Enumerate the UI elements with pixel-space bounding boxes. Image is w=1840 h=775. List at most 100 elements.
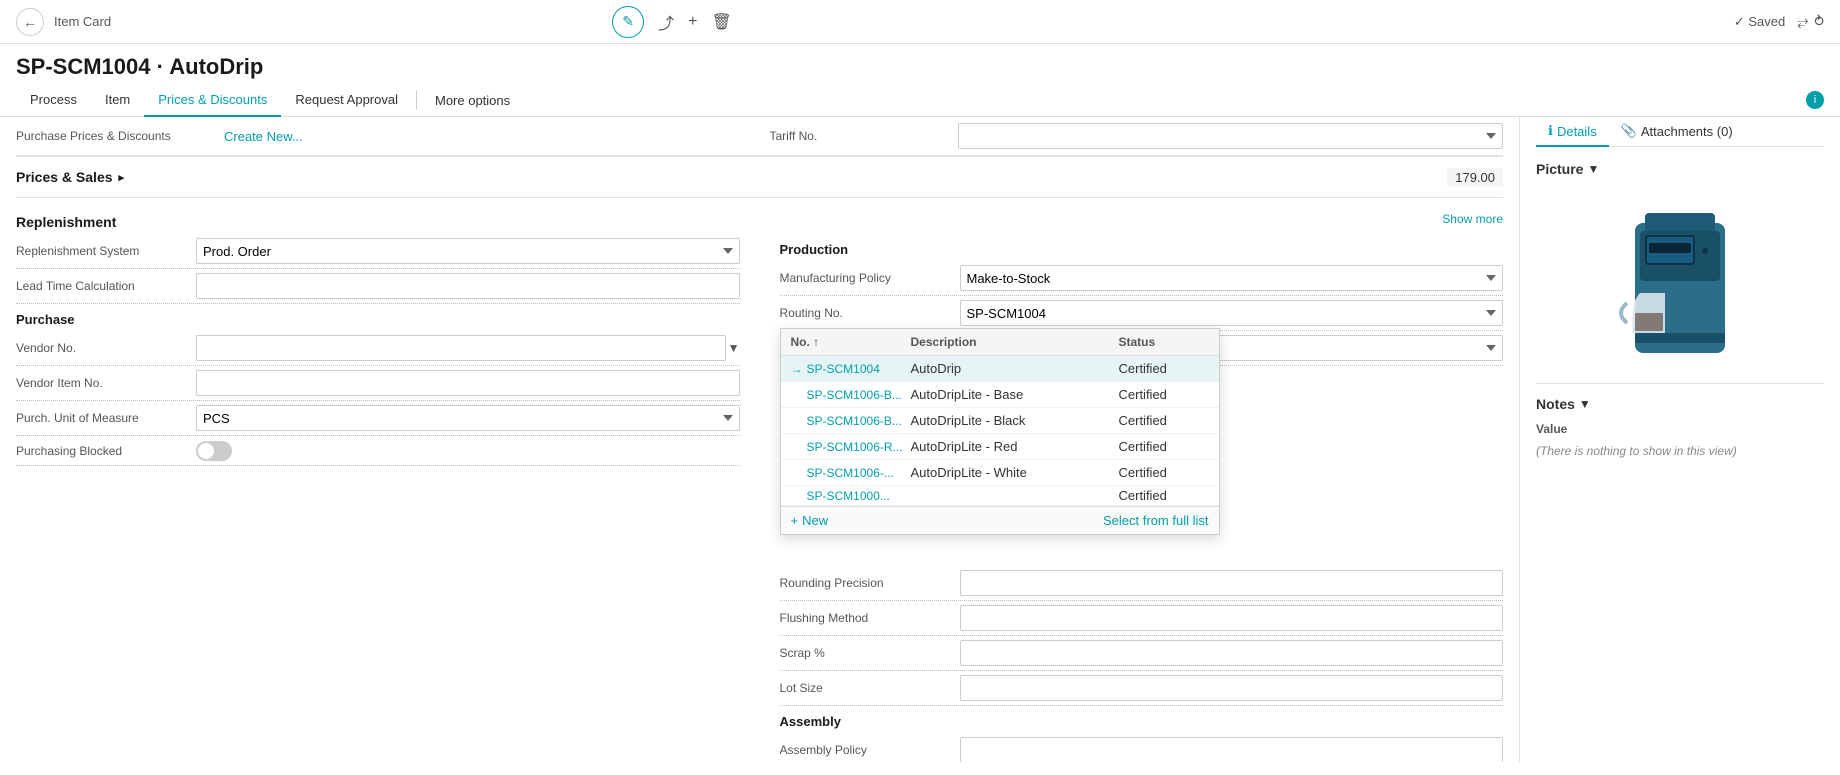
- dropdown-row-status-2: Certified: [1119, 413, 1209, 428]
- vendor-item-no-label: Vendor Item No.: [16, 376, 196, 390]
- rounding-input[interactable]: [960, 570, 1504, 596]
- replenishment-system-row: Replenishment System Prod. Order: [16, 234, 740, 269]
- assembly-policy-input[interactable]: [960, 737, 1504, 762]
- share-button[interactable]: ⤴: [658, 10, 674, 34]
- tab-process[interactable]: Process: [16, 84, 91, 117]
- back-button[interactable]: ←: [16, 8, 44, 36]
- routing-no-field: SP-SCM1004: [960, 300, 1504, 326]
- create-new-link[interactable]: Create New...: [224, 129, 303, 144]
- scrap-label: Scrap %: [780, 646, 960, 660]
- bom-dropdown-popup: No. ↑ Description Status → SP-SCM1004 Au…: [780, 328, 1220, 535]
- dropdown-row-no-4: SP-SCM1006-...: [807, 466, 911, 480]
- collapse-icon[interactable]: ⥁: [1814, 13, 1824, 30]
- delete-button[interactable]: 🗑: [711, 12, 731, 32]
- dropdown-footer: + New Select from full list: [781, 506, 1219, 534]
- purchase-prices-label: Purchase Prices & Discounts: [16, 129, 216, 143]
- dropdown-row-status-4: Certified: [1119, 465, 1209, 480]
- mfg-policy-row: Manufacturing Policy Make-to-Stock: [780, 261, 1504, 296]
- dropdown-row-no-3: SP-SCM1006-R...: [807, 440, 911, 454]
- purch-uom-select[interactable]: PCS: [196, 405, 740, 431]
- replenishment-system-select[interactable]: Prod. Order: [196, 238, 740, 264]
- mfg-policy-select[interactable]: Make-to-Stock: [960, 265, 1504, 291]
- replenishment-left-col: Replenishment System Prod. Order Lead Ti…: [16, 234, 740, 762]
- dropdown-row[interactable]: SP-SCM1000... Certified: [781, 486, 1219, 506]
- dropdown-col-no-header: No. ↑: [791, 335, 911, 349]
- dropdown-row-no-5: SP-SCM1000...: [807, 489, 911, 503]
- lot-size-field: [960, 675, 1504, 701]
- dropdown-row[interactable]: SP-SCM1006-... AutoDripLite - White Cert…: [781, 460, 1219, 486]
- lead-time-row: Lead Time Calculation: [16, 269, 740, 304]
- assembly-policy-field: [960, 737, 1504, 762]
- scrap-input[interactable]: [960, 640, 1504, 666]
- replenishment-heading: Replenishment: [16, 204, 116, 234]
- vendor-no-dropdown-icon[interactable]: ▼: [728, 341, 740, 355]
- flushing-field: [960, 605, 1504, 631]
- purchasing-blocked-toggle[interactable]: [196, 441, 232, 461]
- vendor-no-field: ▼: [196, 335, 740, 361]
- vendor-item-no-input[interactable]: [196, 370, 740, 396]
- right-tabs: ℹ Details 📎 Attachments (0): [1536, 117, 1824, 147]
- edit-button[interactable]: ✎: [612, 6, 644, 38]
- scrap-field: [960, 640, 1504, 666]
- lot-size-label: Lot Size: [780, 681, 960, 695]
- dropdown-row[interactable]: SP-SCM1006-B... AutoDripLite - Base Cert…: [781, 382, 1219, 408]
- dropdown-row-no-0: SP-SCM1004: [807, 362, 911, 376]
- routing-no-row: Routing No. SP-SCM1004: [780, 296, 1504, 331]
- dropdown-row[interactable]: → SP-SCM1004 AutoDrip Certified: [781, 356, 1219, 382]
- dropdown-new-button[interactable]: + New: [791, 513, 829, 528]
- assembly-heading: Assembly: [780, 706, 1504, 733]
- replenishment-system-field: Prod. Order: [196, 238, 740, 264]
- notes-label: Notes: [1536, 396, 1575, 412]
- purch-uom-field: PCS: [196, 405, 740, 431]
- tab-item[interactable]: Item: [91, 84, 144, 117]
- lot-size-input[interactable]: [960, 675, 1504, 701]
- product-image-container: [1536, 183, 1824, 383]
- vendor-no-input[interactable]: [196, 335, 726, 361]
- vendor-no-label: Vendor No.: [16, 341, 196, 355]
- dropdown-row-desc-4: AutoDripLite - White: [911, 465, 1119, 480]
- toggle-knob: [198, 443, 214, 459]
- details-icon: ℹ: [1548, 123, 1553, 139]
- notes-value-row: Value: [1536, 418, 1824, 440]
- prices-sales-label: Prices & Sales: [16, 169, 113, 185]
- top-actions: ✎ ⤴ + 🗑: [612, 6, 732, 38]
- select-from-full-list-link[interactable]: Select from full list: [1103, 513, 1208, 528]
- dropdown-row-status-5: Certified: [1119, 488, 1209, 503]
- replenishment-two-col: Replenishment System Prod. Order Lead Ti…: [16, 234, 1503, 762]
- prices-sales-heading[interactable]: Prices & Sales ▸: [16, 163, 124, 191]
- dropdown-col-status-header: Status: [1119, 335, 1209, 349]
- flushing-input[interactable]: [960, 605, 1504, 631]
- add-button[interactable]: +: [688, 13, 697, 31]
- tab-request-approval[interactable]: Request Approval: [281, 84, 412, 117]
- flushing-label: Flushing Method: [780, 611, 960, 625]
- mfg-policy-label: Manufacturing Policy: [780, 271, 960, 285]
- window-controls: ⥂ ⥁: [1797, 13, 1824, 30]
- dropdown-row[interactable]: SP-SCM1006-B... AutoDripLite - Black Cer…: [781, 408, 1219, 434]
- selected-arrow-icon: →: [791, 362, 807, 376]
- replenishment-right-col: Production Manufacturing Policy Make-to-…: [780, 234, 1504, 762]
- production-heading: Production: [780, 234, 1504, 261]
- mfg-policy-field: Make-to-Stock: [960, 265, 1504, 291]
- prices-sales-value: 179.00: [1447, 168, 1503, 187]
- tariff-select[interactable]: [958, 123, 1504, 149]
- dropdown-row-desc-3: AutoDripLite - Red: [911, 439, 1119, 454]
- details-label: Details: [1557, 124, 1597, 139]
- dropdown-row-no-2: SP-SCM1006-B...: [807, 414, 911, 428]
- routing-no-select[interactable]: SP-SCM1004: [960, 300, 1504, 326]
- expand-icon[interactable]: ⥂: [1797, 13, 1808, 30]
- tab-details[interactable]: ℹ Details: [1536, 117, 1609, 147]
- tab-prices-discounts[interactable]: Prices & Discounts: [144, 84, 281, 117]
- lead-time-input[interactable]: [196, 273, 740, 299]
- dropdown-col-desc-header: Description: [911, 335, 1119, 349]
- dropdown-row[interactable]: SP-SCM1006-R... AutoDripLite - Red Certi…: [781, 434, 1219, 460]
- picture-section-heading[interactable]: Picture ▼: [1536, 155, 1824, 183]
- attachments-icon: 📎: [1621, 123, 1637, 139]
- rounding-row: Rounding Precision: [780, 566, 1504, 601]
- show-more-link[interactable]: Show more: [1442, 212, 1503, 226]
- edit-icon: ✎: [622, 13, 634, 30]
- right-panel: ℹ Details 📎 Attachments (0) Picture ▼: [1520, 117, 1840, 762]
- tab-more-options[interactable]: More options: [421, 85, 524, 116]
- tab-attachments[interactable]: 📎 Attachments (0): [1609, 117, 1745, 147]
- product-image: [1605, 193, 1755, 373]
- replenishment-system-label: Replenishment System: [16, 244, 196, 258]
